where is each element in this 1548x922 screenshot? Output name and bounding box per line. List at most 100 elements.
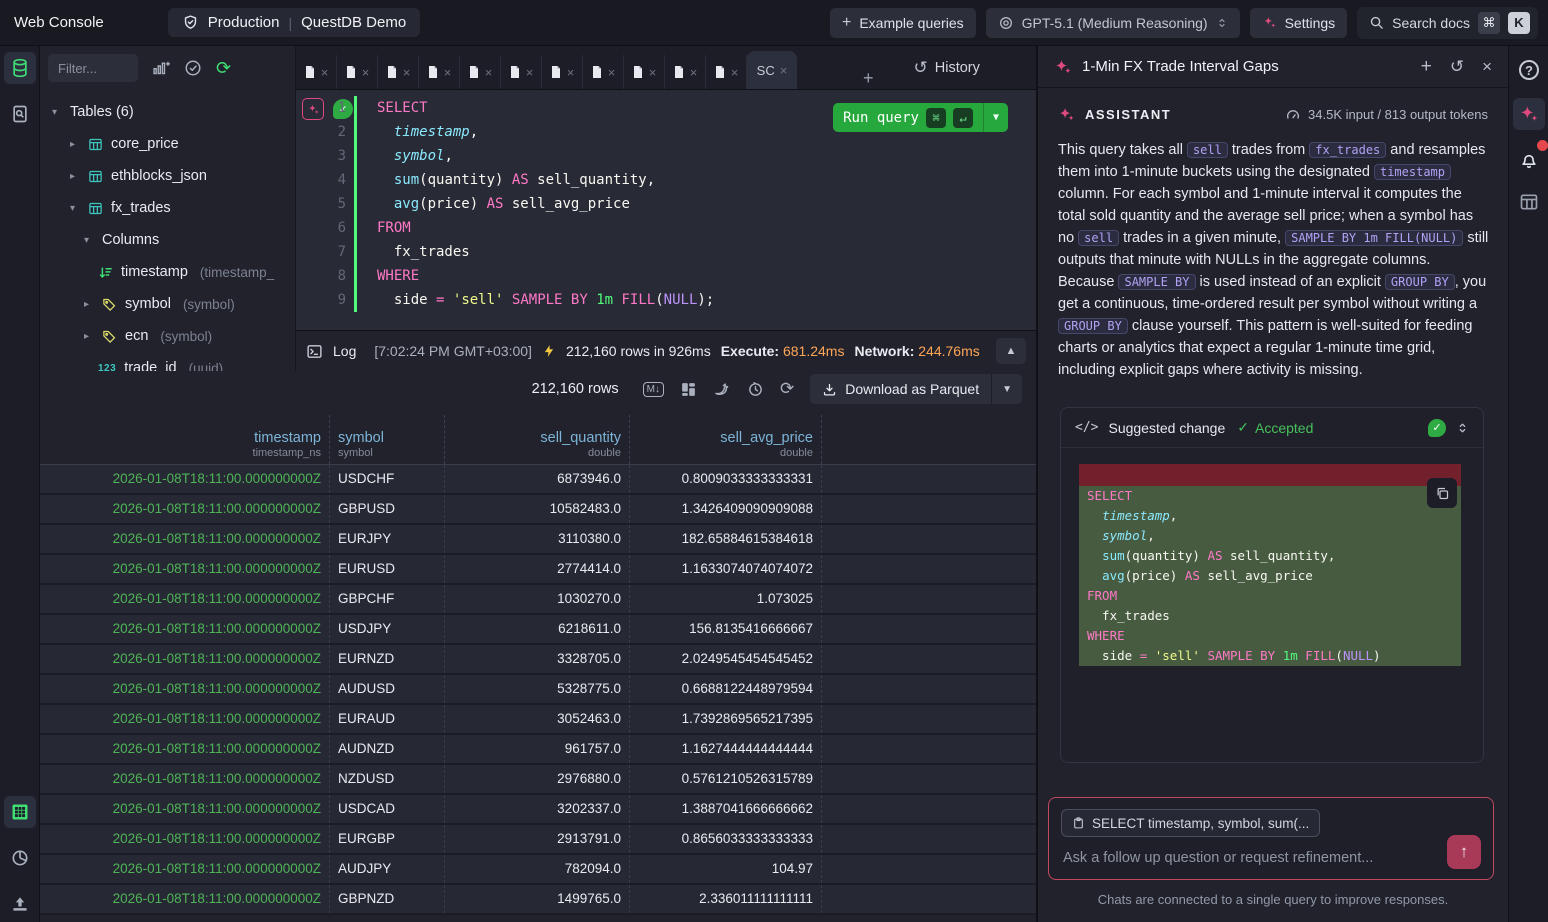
refresh-results-icon[interactable]: ⟳ (780, 379, 794, 399)
table-cell[interactable]: 1.1633074074074072 (630, 555, 822, 583)
table-row[interactable]: 2026-01-08T18:11:00.000000000ZEURJPY3110… (40, 525, 1036, 555)
table-cell[interactable]: 2026-01-08T18:11:00.000000000Z (40, 705, 330, 733)
table-cell[interactable]: 3052463.0 (445, 705, 630, 733)
table-cell[interactable]: AUDJPY (330, 855, 445, 883)
code-line[interactable]: 5 avg(price) AS sell_avg_price (296, 192, 1036, 216)
table-row[interactable]: 2026-01-08T18:11:00.000000000ZAUDNZD9617… (40, 735, 1036, 765)
table-cell[interactable]: USDCHF (330, 465, 445, 493)
new-chat-icon[interactable]: + (1421, 56, 1432, 78)
table-row[interactable]: 2026-01-08T18:11:00.000000000ZUSDCAD3202… (40, 795, 1036, 825)
table-cell[interactable]: GBPNZD (330, 885, 445, 913)
column-header-sell_avg_price[interactable]: sell_avg_pricedouble (630, 415, 822, 464)
table-row[interactable]: 2026-01-08T18:11:00.000000000ZEURNZD3328… (40, 645, 1036, 675)
markdown-export-icon[interactable]: M↓ (643, 382, 664, 397)
filter-input[interactable] (48, 54, 138, 82)
file-tab[interactable]: × (583, 55, 624, 89)
history-button[interactable]: ↺ History (914, 58, 980, 78)
table-row[interactable]: 2026-01-08T18:11:00.000000000ZGBPCHF1030… (40, 585, 1036, 615)
table-cell[interactable]: 10582483.0 (445, 495, 630, 523)
expand-collapse-icon[interactable] (1456, 420, 1469, 436)
close-tab-icon[interactable]: × (321, 65, 329, 80)
file-tab[interactable]: × (296, 55, 337, 89)
settings-button[interactable]: Settings (1250, 8, 1348, 38)
instance-badge[interactable]: Production | QuestDB Demo (168, 8, 420, 37)
check-circle-icon[interactable] (184, 59, 202, 77)
chat-input[interactable] (1063, 844, 1403, 872)
linked-query-chip[interactable]: SELECT timestamp, symbol, sum(... (1061, 809, 1320, 837)
table-view-icon[interactable] (1513, 186, 1545, 218)
download-parquet-button[interactable]: Download as Parquet ▼ (810, 374, 1022, 404)
diff-code-block[interactable]: SELECT timestamp, symbol, sum(quantity) … (1079, 464, 1461, 666)
close-panel-icon[interactable]: × (1482, 57, 1492, 77)
add-chart-icon[interactable] (152, 59, 170, 77)
chat-history-icon[interactable]: ↺ (1450, 57, 1464, 77)
chart-pie-icon[interactable] (4, 842, 36, 874)
table-cell[interactable]: EURAUD (330, 705, 445, 733)
table-cell[interactable]: 3328705.0 (445, 645, 630, 673)
copy-code-button[interactable] (1427, 478, 1457, 508)
table-cell[interactable]: 6873946.0 (445, 465, 630, 493)
table-cell[interactable]: USDJPY (330, 615, 445, 643)
table-cell[interactable]: 1.3426409090909088 (630, 495, 822, 523)
table-cell[interactable]: 0.8009033333333331 (630, 465, 822, 493)
file-tab[interactable]: × (665, 55, 706, 89)
auto-refresh-icon[interactable] (747, 381, 764, 398)
refresh-icon[interactable]: ⟳ (216, 58, 231, 79)
close-tab-icon[interactable]: × (526, 65, 534, 80)
database-nav-icon[interactable] (4, 52, 36, 84)
file-tab[interactable]: × (378, 55, 419, 89)
table-cell[interactable]: 3202337.0 (445, 795, 630, 823)
close-tab-icon[interactable]: × (608, 65, 616, 80)
layout-grid-icon[interactable] (680, 381, 697, 398)
table-cell[interactable]: 1499765.0 (445, 885, 630, 913)
sidebar-item-core-price[interactable]: ▸ core_price (40, 128, 295, 160)
table-cell[interactable]: 2026-01-08T18:11:00.000000000Z (40, 795, 330, 823)
column-symbol[interactable]: ▸ symbol (symbol) (40, 288, 295, 320)
close-tab-icon[interactable]: × (362, 65, 370, 80)
table-cell[interactable]: 2026-01-08T18:11:00.000000000Z (40, 885, 330, 913)
active-tab[interactable]: SC × (747, 51, 797, 89)
table-cell[interactable]: 2026-01-08T18:11:00.000000000Z (40, 855, 330, 883)
table-cell[interactable]: 2026-01-08T18:11:00.000000000Z (40, 525, 330, 553)
column-trade-id[interactable]: 123 trade_id (uuid) (40, 352, 295, 371)
table-cell[interactable]: USDCAD (330, 795, 445, 823)
file-tab[interactable]: × (542, 55, 583, 89)
example-queries-button[interactable]: + Example queries (830, 8, 976, 38)
close-tab-icon[interactable]: × (690, 65, 698, 80)
table-row[interactable]: 2026-01-08T18:11:00.000000000ZUSDCHF6873… (40, 465, 1036, 495)
column-timestamp[interactable]: timestamp (timestamp_ (40, 256, 295, 288)
table-cell[interactable]: 2026-01-08T18:11:00.000000000Z (40, 765, 330, 793)
table-cell[interactable]: 2026-01-08T18:11:00.000000000Z (40, 735, 330, 763)
table-cell[interactable]: 0.8656033333333333 (630, 825, 822, 853)
table-cell[interactable]: 2026-01-08T18:11:00.000000000Z (40, 645, 330, 673)
collapse-log-button[interactable]: ▲ (996, 338, 1026, 364)
assistant-sparkle-icon[interactable] (1513, 98, 1545, 130)
download-options-chevron[interactable]: ▼ (992, 384, 1022, 395)
bird-icon[interactable] (713, 380, 731, 398)
table-cell[interactable]: 1.3887041666666662 (630, 795, 822, 823)
table-cell[interactable]: AUDNZD (330, 735, 445, 763)
code-line[interactable]: 8WHERE (296, 264, 1036, 288)
columns-group[interactable]: ▾ Columns (40, 224, 295, 256)
table-cell[interactable]: 2976880.0 (445, 765, 630, 793)
close-tab-icon[interactable]: × (567, 65, 575, 80)
close-tab-icon[interactable]: × (731, 65, 739, 80)
table-row[interactable]: 2026-01-08T18:11:00.000000000ZEURUSD2774… (40, 555, 1036, 585)
close-tab-icon[interactable]: × (649, 65, 657, 80)
code-line[interactable]: 4 sum(quantity) AS sell_quantity, (296, 168, 1036, 192)
table-cell[interactable]: EURNZD (330, 645, 445, 673)
tables-header[interactable]: ▾ Tables (6) (40, 96, 295, 128)
file-tab[interactable]: × (337, 55, 378, 89)
column-header-symbol[interactable]: symbolsymbol (330, 415, 445, 464)
run-options-chevron[interactable]: ▼ (984, 112, 1008, 123)
code-line[interactable]: 6FROM (296, 216, 1036, 240)
column-header-sell_quantity[interactable]: sell_quantitydouble (445, 415, 630, 464)
file-tab[interactable]: × (706, 55, 747, 89)
table-cell[interactable]: 782094.0 (445, 855, 630, 883)
import-upload-icon[interactable] (4, 888, 36, 920)
table-cell[interactable]: 2026-01-08T18:11:00.000000000Z (40, 675, 330, 703)
table-search-icon[interactable] (4, 98, 36, 130)
table-row[interactable]: 2026-01-08T18:11:00.000000000ZAUDUSD5328… (40, 675, 1036, 705)
table-row[interactable]: 2026-01-08T18:11:00.000000000ZAUDJPY7820… (40, 855, 1036, 885)
grid-results-icon[interactable] (4, 796, 36, 828)
